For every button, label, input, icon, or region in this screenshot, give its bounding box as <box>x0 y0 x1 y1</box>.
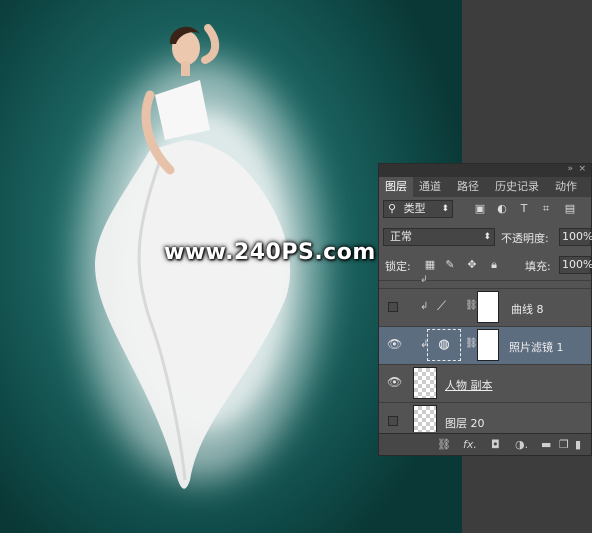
lock-position-icon[interactable]: ✥ <box>465 258 479 272</box>
type-filter-icon[interactable]: T <box>517 202 531 216</box>
new-layer-icon[interactable]: ❐ <box>559 438 569 451</box>
new-adjustment-icon[interactable]: ◑. <box>515 438 528 451</box>
opacity-input[interactable]: 100% <box>559 228 592 246</box>
layer-row-photo-filter-1[interactable]: 👁︎ ↲ ◍ ⛓︎ 照片滤镜 1 <box>379 326 591 364</box>
panel-bottom-bar: ⛓︎ fx. ◘ ◑. ▬ ❐ ▮ <box>379 433 591 455</box>
fx-icon[interactable]: fx. <box>463 438 477 451</box>
filter-kind-label: 类型 <box>403 202 426 215</box>
eye-icon[interactable]: 👁︎ <box>387 375 402 389</box>
layer-name[interactable]: 曲线 8 <box>511 301 544 317</box>
chevron-updown-icon: ⬍ <box>441 204 449 214</box>
lock-pixels-icon[interactable]: ✎ <box>443 258 457 272</box>
layer-mask-thumbnail[interactable] <box>477 291 499 323</box>
chain-link-icon[interactable]: ⛓︎ <box>465 338 478 349</box>
opacity-label: 不透明度: <box>501 232 549 245</box>
adjustment-filter-icon[interactable]: ◐ <box>495 202 509 216</box>
curves-adjustment-icon: ⟋ <box>437 299 447 314</box>
photo-filter-adjustment-icon: ◍ <box>427 329 461 361</box>
trash-icon[interactable]: ▮ <box>575 438 581 451</box>
collapse-icon[interactable]: » <box>567 164 573 174</box>
chevron-updown-icon: ⬍ <box>483 232 491 242</box>
visibility-toggle[interactable] <box>388 416 398 426</box>
eye-icon[interactable]: 👁︎ <box>387 337 402 351</box>
fill-label: 填充: <box>525 260 551 273</box>
layer-name[interactable]: 人物 副本 <box>445 377 493 393</box>
tab-channels[interactable]: 通道 <box>419 177 441 197</box>
smart-object-filter-icon[interactable]: ▤ <box>563 202 577 216</box>
layer-thumbnail[interactable] <box>413 405 437 432</box>
new-group-icon[interactable]: ▬ <box>541 438 551 451</box>
layer-row-partial[interactable]: ↲ <box>379 275 591 288</box>
blend-row: 正常 ⬍ 不透明度: 100% <box>379 228 592 250</box>
layer-thumbnail[interactable] <box>413 367 437 399</box>
close-icon[interactable]: × <box>578 164 586 174</box>
layer-name[interactable]: 图层 20 <box>445 415 485 431</box>
tab-actions[interactable]: 动作 <box>555 177 577 197</box>
layer-row-person-copy[interactable]: 👁︎ 人物 副本 <box>379 364 591 402</box>
link-layers-icon[interactable]: ⛓︎ <box>437 438 451 451</box>
layer-name[interactable]: 照片滤镜 1 <box>509 339 564 355</box>
blend-mode-select[interactable]: 正常 ⬍ <box>383 228 495 246</box>
clip-arrow-icon: ↲ <box>420 275 428 285</box>
blend-mode-label: 正常 <box>390 230 412 243</box>
watermark-text: www.240PS.com <box>164 240 376 265</box>
lock-label: 锁定: <box>385 260 411 273</box>
search-icon: ⚲ <box>388 202 397 215</box>
panel-header-bar: » × <box>379 164 591 177</box>
clip-arrow-icon: ↲ <box>420 301 429 312</box>
shape-filter-icon[interactable]: ⌗ <box>539 202 553 216</box>
panel-tabs: 图层 通道 路径 历史记录 动作 <box>379 177 591 197</box>
filter-row: ⚲ 类型 ⬍ ▣ ◐ T ⌗ ▤ <box>379 200 591 222</box>
visibility-toggle[interactable] <box>388 302 398 312</box>
filter-kind-select[interactable]: ⚲ 类型 ⬍ <box>383 200 453 218</box>
lock-all-icon[interactable]: 🔒︎ <box>487 258 501 272</box>
add-mask-icon[interactable]: ◘ <box>491 438 500 451</box>
lock-transparent-icon[interactable]: ▦ <box>423 258 437 272</box>
lock-row: 锁定: ▦ ✎ ✥ 🔒︎ 填充: 100% <box>379 256 592 278</box>
tab-paths[interactable]: 路径 <box>457 177 479 197</box>
layer-row-curves-8[interactable]: ↲ ⟋ ⛓︎ 曲线 8 <box>379 288 591 326</box>
chain-link-icon[interactable]: ⛓︎ <box>465 300 478 311</box>
tab-history[interactable]: 历史记录 <box>495 177 539 197</box>
layer-mask-thumbnail[interactable] <box>477 329 499 361</box>
fill-input[interactable]: 100% <box>559 256 592 274</box>
layers-panel[interactable]: » × 图层 通道 路径 历史记录 动作 ⚲ 类型 ⬍ ▣ ◐ T ⌗ ▤ 正常… <box>378 163 592 456</box>
layer-row-layer-20[interactable]: 图层 20 <box>379 402 591 432</box>
tab-layers[interactable]: 图层 <box>379 177 413 197</box>
pixel-filter-icon[interactable]: ▣ <box>473 202 487 216</box>
